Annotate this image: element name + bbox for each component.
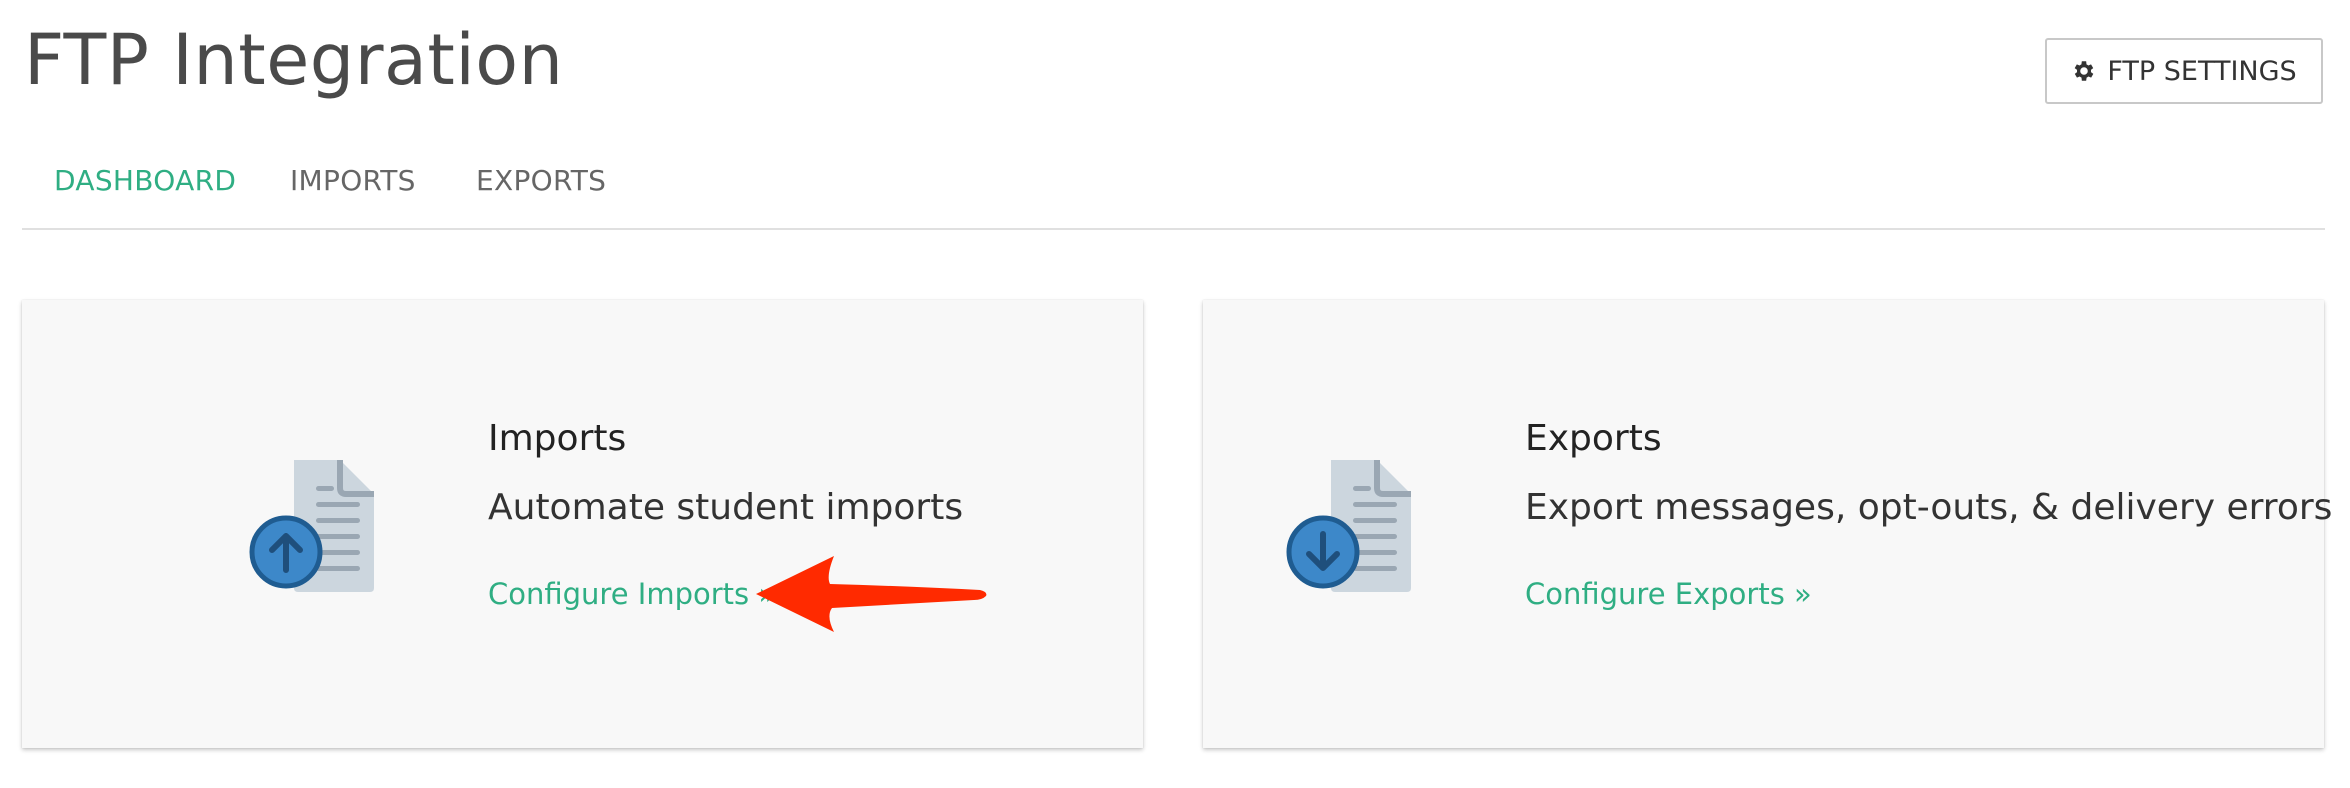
tab-dashboard[interactable]: DASHBOARD <box>54 164 236 197</box>
exports-card: Exports Export messages, opt-outs, & del… <box>1203 300 2332 748</box>
annotation-arrow <box>752 552 992 640</box>
imports-description: Automate student imports <box>488 487 964 528</box>
configure-imports-link[interactable]: Configure Imports » <box>488 577 776 611</box>
file-upload-icon <box>248 460 400 600</box>
page-title: FTP Integration <box>24 19 564 101</box>
gear-icon <box>2071 58 2097 84</box>
exports-description: Export messages, opt-outs, & delivery er… <box>1525 487 2333 528</box>
configure-exports-link[interactable]: Configure Exports » <box>1525 577 1812 611</box>
ftp-settings-button[interactable]: FTP SETTINGS <box>2045 38 2323 104</box>
ftp-settings-label: FTP SETTINGS <box>2107 55 2297 87</box>
tab-exports[interactable]: EXPORTS <box>476 164 606 197</box>
file-download-icon <box>1285 460 1437 600</box>
tab-imports[interactable]: IMPORTS <box>290 164 416 197</box>
imports-title: Imports <box>488 418 627 459</box>
imports-card: Imports Automate student imports Configu… <box>22 300 1143 748</box>
exports-title: Exports <box>1525 418 1662 459</box>
tab-bar: DASHBOARD IMPORTS EXPORTS <box>22 150 2325 230</box>
